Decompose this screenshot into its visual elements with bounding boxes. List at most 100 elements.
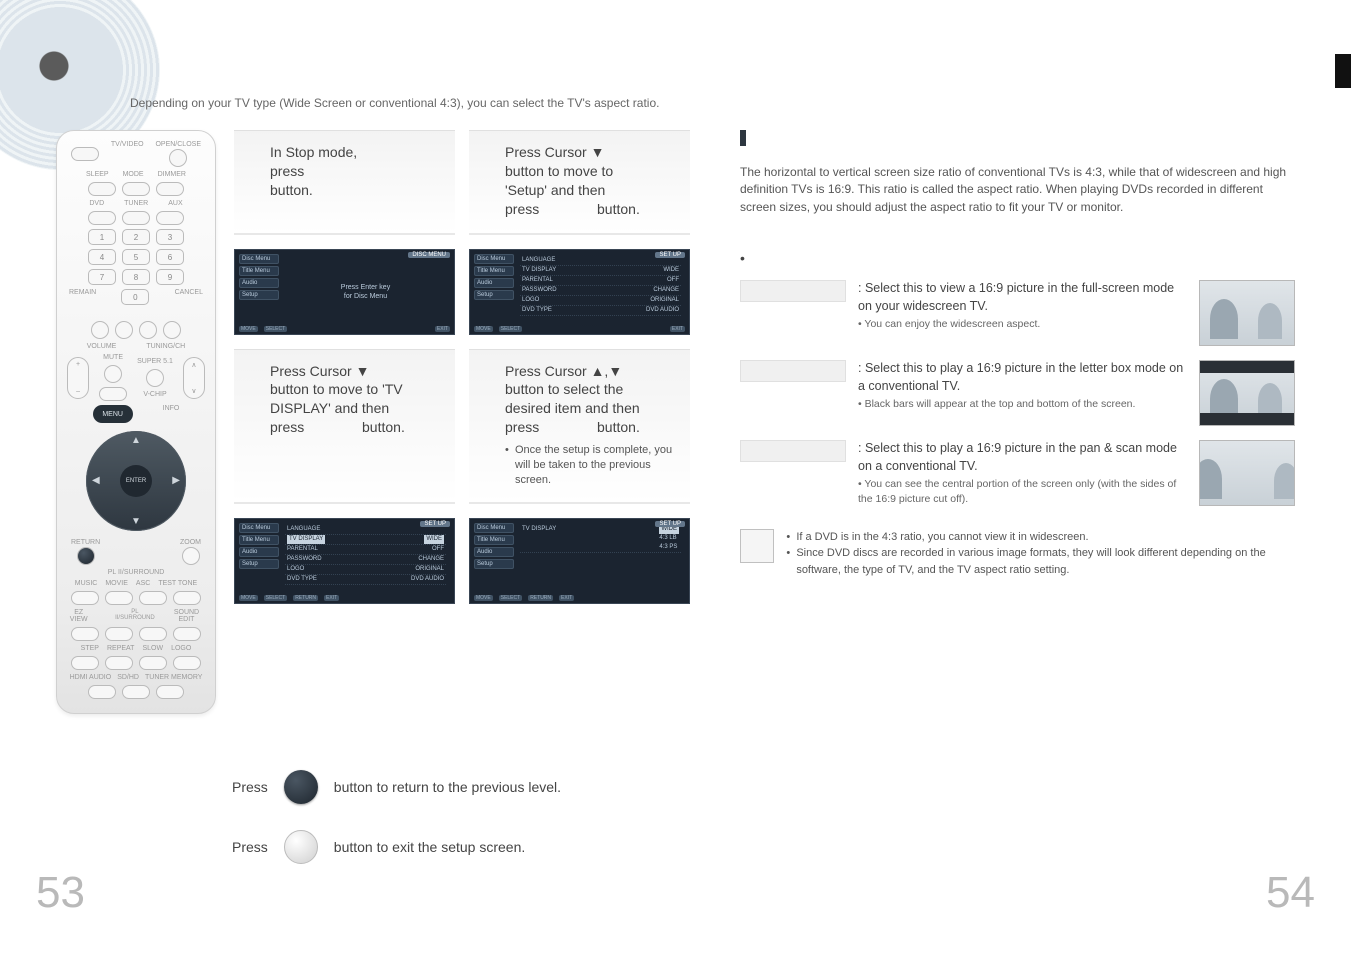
volume-rocker[interactable]: +– <box>67 357 89 399</box>
page-number-right: 54 <box>1266 868 1315 918</box>
logo-button[interactable] <box>173 656 201 670</box>
tuner-button[interactable] <box>122 211 150 225</box>
testtone-button[interactable] <box>173 591 201 605</box>
option-letterbox-label <box>740 360 846 382</box>
osd4-tab-1: Title Menu <box>474 535 514 545</box>
step-3-l3: DISPLAY' and then <box>270 400 389 416</box>
osd4-foot-1: SELECT <box>499 595 522 601</box>
step-4-l4: press <box>505 419 539 435</box>
tunermemory-button[interactable] <box>156 685 184 699</box>
power-button[interactable] <box>71 147 99 161</box>
osd3-tab-0: Disc Menu <box>239 523 279 533</box>
return-button-large[interactable] <box>284 770 318 804</box>
footer-return-text: button to return to the previous level. <box>334 779 561 795</box>
page-number-left: 53 <box>36 868 85 918</box>
section-heading-bar <box>740 130 1295 146</box>
thumb-wide <box>1199 280 1295 346</box>
osd3-tab-1: Title Menu <box>239 535 279 545</box>
dpad[interactable]: ▲ ▼ ◀ ▶ ENTER <box>86 431 186 531</box>
dvd-button[interactable] <box>88 211 116 225</box>
osd3-tab-2: Audio <box>239 547 279 557</box>
osd4-body: TV DISPLAY WIDE 4:3 LB 4:3 PS <box>516 523 685 599</box>
osd4-foot-2: RETURN <box>528 595 553 601</box>
num-8[interactable]: 8 <box>122 269 150 285</box>
aux-label: AUX <box>168 200 182 207</box>
num-0[interactable]: 0 <box>121 289 149 305</box>
plii-label: PL II/SURROUND <box>108 569 165 576</box>
movie-button[interactable] <box>105 591 133 605</box>
zoom-button[interactable] <box>182 547 200 565</box>
step-4-l3: desired item and then <box>505 400 640 416</box>
option-wide-sub: • You can enjoy the widescreen aspect. <box>858 317 1187 332</box>
num-1[interactable]: 1 <box>88 229 116 245</box>
num-9[interactable]: 9 <box>156 269 184 285</box>
repeat-button[interactable] <box>105 656 133 670</box>
next-button[interactable] <box>163 321 181 339</box>
ezview-label: EZ VIEW <box>65 609 92 623</box>
sdhd-button[interactable] <box>122 685 150 699</box>
mode-button[interactable] <box>122 182 150 196</box>
asc-button[interactable] <box>139 591 167 605</box>
dash-button[interactable] <box>99 387 127 401</box>
option-panscan-label <box>740 440 846 462</box>
num-7[interactable]: 7 <box>88 269 116 285</box>
step-3-l5: button. <box>362 419 405 435</box>
soundedit-button[interactable] <box>173 627 201 641</box>
num-5[interactable]: 5 <box>122 249 150 265</box>
slow-button[interactable] <box>139 656 167 670</box>
remote-control: TV/VIDEO OPEN/CLOSE SLEEP MODE DIMMER DV… <box>56 130 216 714</box>
aux-button[interactable] <box>156 211 184 225</box>
osd3-tab-3: Setup <box>239 559 279 569</box>
osd1-tab-3: Setup <box>239 290 279 300</box>
mute-button[interactable] <box>104 365 122 383</box>
dpad-right-icon: ▶ <box>162 475 180 486</box>
osd1-foot-3: EXIT <box>435 326 450 332</box>
step-3-l2: button to move to 'TV <box>270 381 403 397</box>
exit-button-large[interactable] <box>284 830 318 864</box>
sleep-button[interactable] <box>88 182 116 196</box>
ezview-button[interactable] <box>71 627 99 641</box>
left-page: TV/VIDEO OPEN/CLOSE SLEEP MODE DIMMER DV… <box>56 130 690 714</box>
num-3[interactable]: 3 <box>156 229 184 245</box>
note-box: If a DVD is in the 4:3 ratio, you cannot… <box>740 529 1295 579</box>
enter-button[interactable]: ENTER <box>120 465 152 497</box>
num-6[interactable]: 6 <box>156 249 184 265</box>
step-3-l4: press <box>270 419 304 435</box>
music-label: MUSIC <box>75 580 98 587</box>
tuning-rocker[interactable]: ∧∨ <box>183 357 205 399</box>
num-4[interactable]: 4 <box>88 249 116 265</box>
step-2-l1: Press Cursor ▼ <box>505 144 604 160</box>
dimmer-label: DIMMER <box>158 171 186 178</box>
blank-button-1[interactable] <box>105 627 133 641</box>
dimmer-button[interactable] <box>156 182 184 196</box>
cancel-label: CANCEL <box>175 289 203 305</box>
open-close-button[interactable] <box>169 149 187 167</box>
prev-button[interactable] <box>91 321 109 339</box>
return-button[interactable] <box>77 547 95 565</box>
step-button[interactable] <box>71 656 99 670</box>
dvd-label: DVD <box>89 200 104 207</box>
step-4-l5: button. <box>597 419 640 435</box>
osd1-center-b: for Disc Menu <box>344 293 387 300</box>
option-panscan-sub: • You can see the central portion of the… <box>858 477 1187 506</box>
music-button[interactable] <box>71 591 99 605</box>
step-4-l1: Press Cursor ▲,▼ <box>505 363 622 379</box>
osd3-foot-3: EXIT <box>324 595 339 601</box>
hdmiaudio-button[interactable] <box>88 685 116 699</box>
play-pause-button[interactable] <box>139 321 157 339</box>
stop-button[interactable] <box>115 321 133 339</box>
slow-label: SLOW <box>142 645 163 652</box>
osd2-tab-2: Audio <box>474 278 514 288</box>
step-3: Press Cursor ▼ button to move to 'TV DIS… <box>234 349 455 504</box>
option-letterbox-text: : Select this to play a 16:9 picture in … <box>858 361 1183 393</box>
num-2[interactable]: 2 <box>122 229 150 245</box>
step-label: STEP <box>81 645 99 652</box>
option-panscan-text: : Select this to play a 16:9 picture in … <box>858 441 1177 473</box>
menu-button[interactable]: MENU <box>93 405 133 423</box>
osd3-body: LANGUAGE TV DISPLAYWIDE PARENTALOFF PASS… <box>281 523 450 599</box>
super51-button[interactable] <box>146 369 164 387</box>
plii-button[interactable] <box>139 627 167 641</box>
right-page: The horizontal to vertical screen size r… <box>730 130 1295 714</box>
thumb-panscan <box>1199 440 1295 506</box>
option-letterbox: : Select this to play a 16:9 picture in … <box>740 360 1295 426</box>
